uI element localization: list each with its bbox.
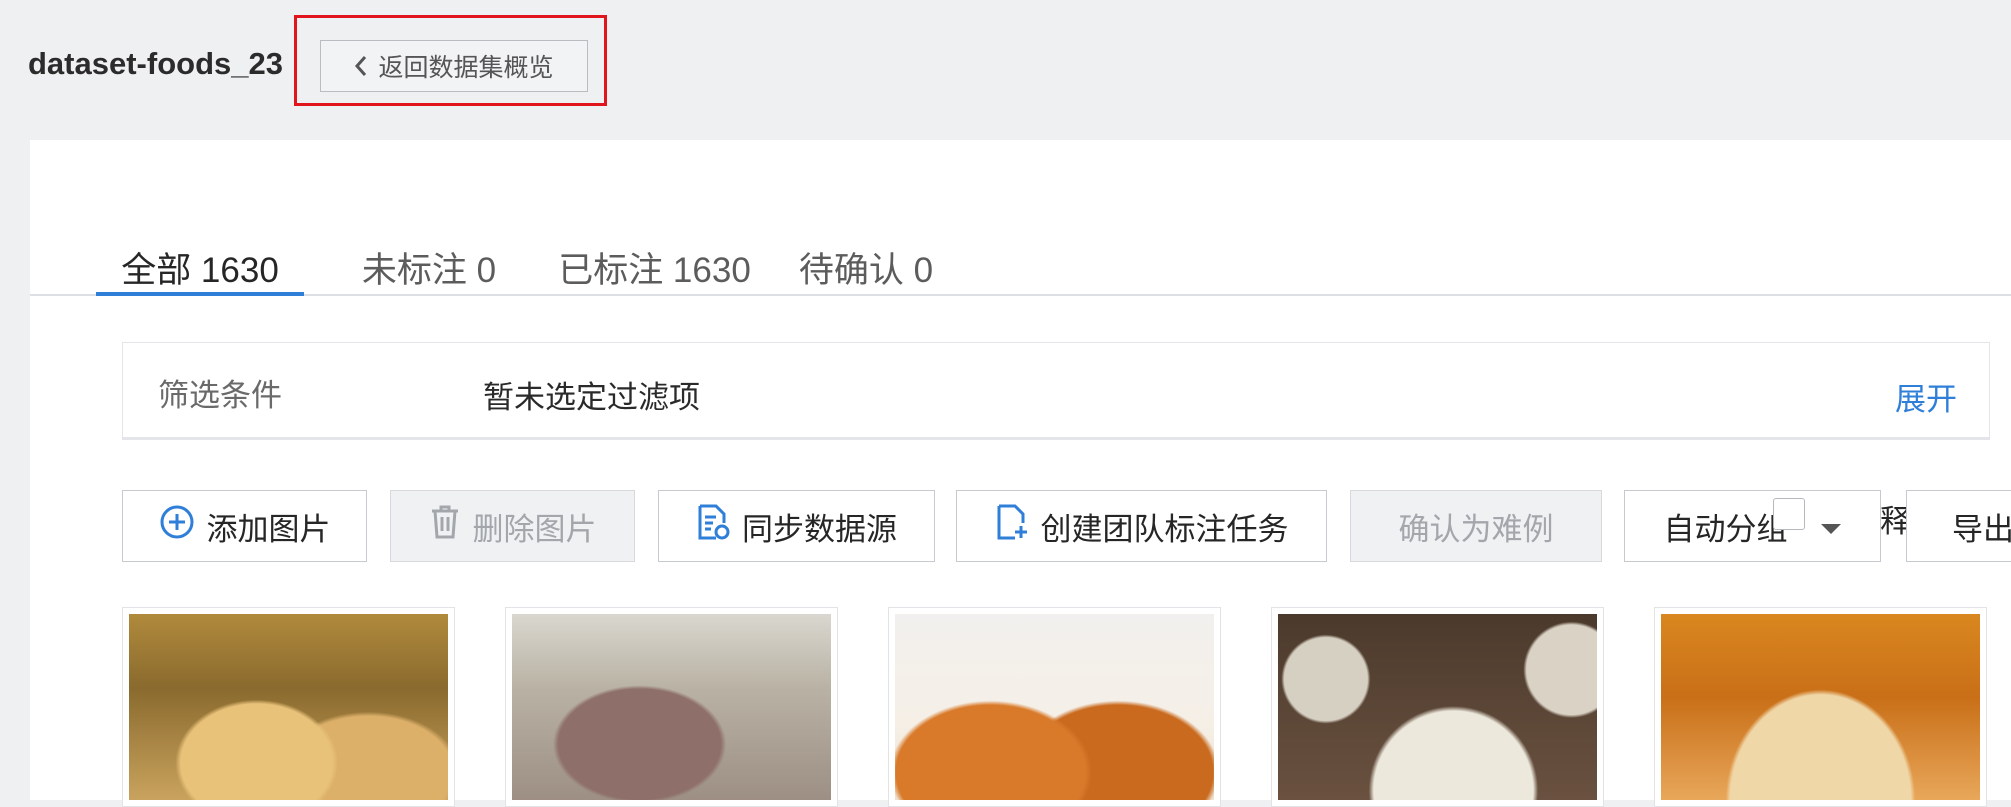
food-image[interactable]: [129, 614, 448, 800]
trash-icon: [429, 504, 461, 548]
create-team-task-button[interactable]: 创建团队标注任务: [956, 490, 1327, 562]
sync-datasource-label: 同步数据源: [742, 511, 897, 547]
tab-labeled[interactable]: 已标注 1630: [552, 230, 757, 294]
plus-circle-icon: [159, 504, 195, 548]
thumbnail-card[interactable]: [888, 607, 1221, 807]
auto-group-label: 自动分组: [1663, 511, 1788, 547]
dataset-title: dataset-foods_23: [28, 46, 283, 81]
thumbnail-card[interactable]: [505, 607, 838, 807]
export-button[interactable]: 导出: [1906, 490, 2011, 562]
dataset-panel: 全部 1630 未标注 0 已标注 1630 待确认 0 筛选条件 暂未选定过滤…: [30, 140, 2011, 807]
delete-image-label: 删除图片: [472, 511, 597, 547]
create-team-task-label: 创建团队标注任务: [1040, 511, 1289, 547]
caret-down-icon: [1820, 508, 1842, 544]
auto-group-dropdown[interactable]: 自动分组: [1624, 490, 1881, 562]
confirm-hard-example-button[interactable]: 确认为难例: [1350, 490, 1602, 562]
back-to-overview-button[interactable]: 返回数据集概览: [320, 40, 588, 92]
tab-pending[interactable]: 待确认 0: [796, 230, 936, 294]
filter-value: 暂未选定过滤项: [483, 380, 700, 415]
food-image[interactable]: [895, 614, 1214, 800]
select-all-checkbox[interactable]: [1773, 498, 1805, 530]
delete-image-button[interactable]: 删除图片: [390, 490, 635, 562]
thumbnail-card[interactable]: [1271, 607, 1604, 807]
tab-unlabeled[interactable]: 未标注 0: [344, 230, 514, 294]
filter-label: 筛选条件: [158, 378, 282, 413]
thumbnail-card[interactable]: [1654, 607, 1987, 807]
food-image[interactable]: [1661, 614, 1980, 800]
sync-datasource-button[interactable]: 同步数据源: [658, 490, 935, 562]
thumbnail-card[interactable]: [122, 607, 455, 807]
food-image[interactable]: [1278, 614, 1597, 800]
back-button-label: 返回数据集概览: [378, 54, 554, 82]
tab-all[interactable]: 全部 1630: [96, 230, 304, 296]
food-image[interactable]: [512, 614, 831, 800]
chevron-left-icon: [354, 55, 368, 77]
add-image-label: 添加图片: [206, 511, 331, 547]
add-image-button[interactable]: 添加图片: [122, 490, 367, 562]
filter-bar: 筛选条件 暂未选定过滤项 展开: [122, 342, 1990, 440]
document-add-icon: [995, 503, 1029, 549]
expand-filter-link[interactable]: 展开: [1895, 374, 1957, 419]
document-sync-icon: [696, 503, 730, 549]
tab-bar: 全部 1630 未标注 0 已标注 1630 待确认 0: [30, 230, 2011, 296]
